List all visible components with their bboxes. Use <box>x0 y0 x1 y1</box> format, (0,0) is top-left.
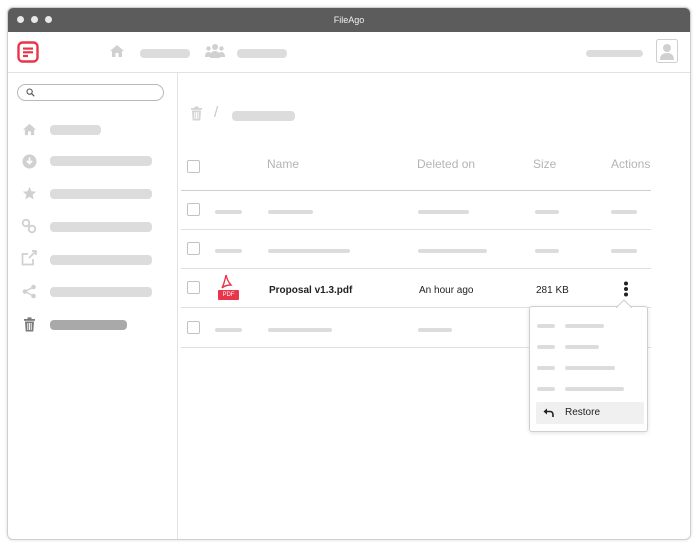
trash-icon <box>21 316 37 332</box>
teams-nav-label-placeholder[interactable] <box>237 49 287 58</box>
column-header-size[interactable]: Size <box>533 157 556 171</box>
row-checkbox[interactable] <box>187 242 200 255</box>
home-nav-label-placeholder[interactable] <box>140 49 190 58</box>
row-checkbox[interactable] <box>187 321 200 334</box>
restore-label: Restore <box>565 407 601 418</box>
top-nav-bar <box>8 32 690 73</box>
menu-item-placeholder <box>565 345 599 349</box>
menu-item-placeholder <box>537 387 555 391</box>
breadcrumb-separator: / <box>214 104 219 121</box>
team-icon[interactable] <box>205 42 225 60</box>
file-name[interactable]: Proposal v1.3.pdf <box>269 285 352 296</box>
restore-menu-item[interactable]: Restore <box>536 402 644 424</box>
username-placeholder[interactable] <box>586 50 643 57</box>
sidebar-item-label-placeholder <box>50 125 101 135</box>
sidebar-item-label-placeholder <box>50 222 152 232</box>
column-header-actions: Actions <box>611 157 651 171</box>
star-icon <box>21 185 37 201</box>
row-placeholder <box>418 328 452 332</box>
menu-item-placeholder <box>565 387 624 391</box>
app-window: FileAgo / Name Deleted on Size Actions P… <box>7 7 691 540</box>
row-checkbox[interactable] <box>187 281 200 294</box>
restore-icon <box>543 408 554 417</box>
search-input[interactable] <box>17 84 164 101</box>
menu-item[interactable] <box>530 359 647 379</box>
sidebar-item-label-placeholder <box>50 156 152 166</box>
row-placeholder <box>611 249 637 253</box>
header-divider <box>181 190 651 191</box>
main-content: / Name Deleted on Size Actions PDF Propo… <box>178 73 690 539</box>
home-icon[interactable] <box>109 44 125 58</box>
user-avatar-icon[interactable] <box>656 39 678 63</box>
menu-pointer <box>616 299 632 308</box>
row-placeholder <box>535 210 559 214</box>
row-placeholder <box>611 210 637 214</box>
sidebar-item-label-placeholder <box>50 287 152 297</box>
menu-item[interactable] <box>530 380 647 400</box>
row-placeholder <box>268 249 350 253</box>
sidebar-item-label-placeholder <box>50 255 152 265</box>
row-divider <box>181 268 651 269</box>
column-header-name[interactable]: Name <box>267 157 299 171</box>
sidebar <box>8 73 178 539</box>
pdf-file-icon: PDF <box>218 273 239 301</box>
window-title: FileAgo <box>333 15 365 25</box>
row-divider <box>181 229 651 230</box>
row-placeholder <box>535 249 559 253</box>
home-icon <box>21 121 37 137</box>
menu-item-placeholder <box>565 324 604 328</box>
deleted-on-value: An hour ago <box>419 285 474 296</box>
share-icon <box>21 283 37 299</box>
title-bar: FileAgo <box>8 8 690 32</box>
menu-item-placeholder <box>537 345 555 349</box>
link-icon <box>21 218 37 234</box>
menu-item[interactable] <box>530 338 647 358</box>
size-value: 281 KB <box>536 285 569 296</box>
menu-item-placeholder <box>537 366 555 370</box>
row-placeholder <box>418 249 487 253</box>
kebab-menu-icon[interactable] <box>622 281 630 297</box>
breadcrumb-item-placeholder[interactable] <box>232 111 295 121</box>
menu-item-placeholder <box>537 324 555 328</box>
fileago-logo-icon[interactable] <box>17 41 39 63</box>
sidebar-item-label-placeholder <box>50 320 127 330</box>
row-placeholder <box>215 328 242 332</box>
row-placeholder <box>268 210 313 214</box>
trash-icon[interactable] <box>190 106 203 126</box>
row-placeholder <box>215 249 242 253</box>
row-placeholder <box>268 328 332 332</box>
menu-item[interactable] <box>530 317 647 337</box>
share-link-icon <box>21 250 37 266</box>
search-icon <box>26 88 35 97</box>
row-checkbox[interactable] <box>187 203 200 216</box>
select-all-checkbox[interactable] <box>187 160 200 173</box>
download-circle-icon <box>21 153 37 169</box>
actions-menu: Restore <box>529 299 648 432</box>
pdf-file-label: PDF <box>222 292 235 298</box>
row-placeholder <box>418 210 469 214</box>
menu-item-placeholder <box>565 366 615 370</box>
column-header-deleted-on[interactable]: Deleted on <box>417 157 475 171</box>
row-placeholder <box>215 210 242 214</box>
sidebar-item-label-placeholder <box>50 189 152 199</box>
